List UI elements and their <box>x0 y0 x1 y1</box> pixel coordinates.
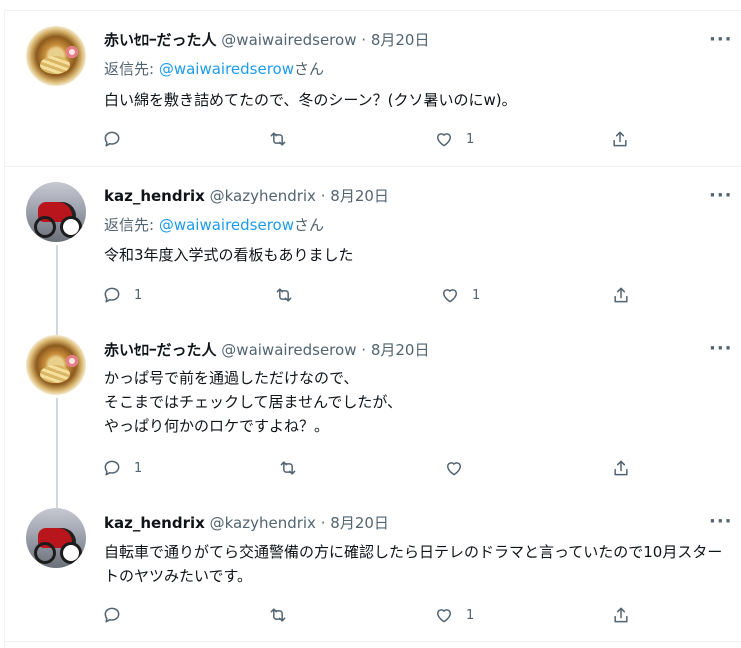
more-icon[interactable]: ··· <box>709 513 732 537</box>
separator-dot: · <box>320 187 326 205</box>
tweet-divider <box>4 641 741 642</box>
like-icon <box>437 133 451 147</box>
more-icon[interactable]: ··· <box>709 31 732 55</box>
reply-button[interactable] <box>102 128 134 150</box>
reply-count: 1 <box>134 460 143 476</box>
retweet-icon <box>276 288 292 302</box>
like-button[interactable]: 1 <box>440 284 480 306</box>
like-icon <box>443 289 457 303</box>
share-icon <box>614 607 628 623</box>
display-name[interactable]: kaz_hendrix <box>104 187 205 205</box>
more-icon[interactable]: ··· <box>709 340 732 364</box>
tweet[interactable]: 赤いｾﾛｰだった人 @waiwairedserow · 8月20日 ··· かっ… <box>4 320 741 508</box>
tweet[interactable]: 赤いｾﾛｰだった人 @waiwairedserow · 8月20日 ··· 返信… <box>4 11 741 166</box>
display-name[interactable]: 赤いｾﾛｰだった人 <box>104 31 217 49</box>
separator-dot: · <box>361 31 367 49</box>
tweet-text: 令和3年度入学式の看板もありました <box>104 246 354 264</box>
like-button[interactable]: 1 <box>434 128 474 150</box>
retweet-button[interactable] <box>278 457 310 479</box>
share-button[interactable] <box>611 604 631 626</box>
tweet-header: 赤いｾﾛｰだった人 @waiwairedserow · 8月20日 <box>104 29 429 51</box>
display-name[interactable]: 赤いｾﾛｰだった人 <box>104 341 217 359</box>
avatar[interactable] <box>26 26 86 86</box>
reply-button[interactable] <box>102 604 134 626</box>
like-button[interactable] <box>444 457 476 479</box>
like-count: 1 <box>472 287 481 303</box>
like-icon <box>437 609 451 623</box>
user-handle[interactable]: @waiwairedserow <box>221 341 356 359</box>
avatar[interactable] <box>26 182 86 242</box>
tweet-header: kaz_hendrix @kazyhendrix · 8月20日 <box>104 512 389 534</box>
reply-mention-link[interactable]: @waiwairedserow <box>159 216 294 234</box>
tweet-text: 自転車で通りがてら交通警備の方に確認したら日テレのドラマと言っていたので10月ス… <box>104 543 723 585</box>
share-icon <box>614 287 628 303</box>
retweet-icon <box>280 461 296 475</box>
separator-dot: · <box>361 341 367 359</box>
tweet-text: 白い綿を敷き詰めてたので、冬のシーン？(クソ暑いのにw)。 <box>104 91 517 109</box>
like-count: 1 <box>466 607 475 623</box>
retweet-button[interactable] <box>274 284 306 306</box>
retweet-icon <box>270 132 286 146</box>
tweet-date[interactable]: 8月20日 <box>330 514 389 532</box>
thread-line <box>56 398 58 508</box>
reply-to-line: 返信先: @waiwairedserowさん <box>104 58 324 80</box>
reply-button[interactable]: 1 <box>102 457 142 479</box>
share-button[interactable] <box>610 128 630 150</box>
user-handle[interactable]: @kazyhendrix <box>210 514 316 532</box>
more-icon[interactable]: ··· <box>709 187 732 211</box>
tweet-header: 赤いｾﾛｰだった人 @waiwairedserow · 8月20日 <box>104 339 429 361</box>
reply-button[interactable]: 1 <box>102 284 142 306</box>
reply-icon <box>104 607 120 623</box>
avatar[interactable] <box>26 335 86 395</box>
reply-to-prefix: 返信先: <box>104 216 159 234</box>
reply-mention-link[interactable]: @waiwairedserow <box>159 60 294 78</box>
tweet-text: かっぱ号で前を通過しただけなので、 そこまではチェックして居ませんでしたが、 や… <box>104 369 403 435</box>
tweet[interactable]: kaz_hendrix @kazyhendrix · 8月20日 ··· 返信先… <box>4 167 741 335</box>
retweet-icon <box>270 608 286 622</box>
tweet-date[interactable]: 8月20日 <box>371 341 430 359</box>
reply-count: 1 <box>134 287 143 303</box>
share-icon <box>613 131 627 147</box>
retweet-button[interactable] <box>268 128 300 150</box>
reply-to-suffix: さん <box>294 60 325 78</box>
reply-to-line: 返信先: @waiwairedserowさん <box>104 214 324 236</box>
tweet-header: kaz_hendrix @kazyhendrix · 8月20日 <box>104 185 389 207</box>
user-handle[interactable]: @kazyhendrix <box>210 187 316 205</box>
like-icon <box>447 462 461 476</box>
tweet-date[interactable]: 8月20日 <box>371 31 430 49</box>
reply-to-prefix: 返信先: <box>104 60 159 78</box>
retweet-button[interactable] <box>268 604 300 626</box>
reply-icon <box>104 131 120 147</box>
reply-icon <box>104 287 120 303</box>
tweet[interactable]: kaz_hendrix @kazyhendrix · 8月20日 ··· 自転車… <box>4 495 741 635</box>
share-button[interactable] <box>611 457 631 479</box>
reply-to-suffix: さん <box>294 216 325 234</box>
user-handle[interactable]: @waiwairedserow <box>221 31 356 49</box>
tweet-date[interactable]: 8月20日 <box>330 187 389 205</box>
reply-icon <box>104 460 120 476</box>
separator-dot: · <box>320 514 326 532</box>
like-button[interactable]: 1 <box>434 604 474 626</box>
display-name[interactable]: kaz_hendrix <box>104 514 205 532</box>
avatar[interactable] <box>26 508 86 568</box>
like-count: 1 <box>466 131 475 147</box>
share-icon <box>614 460 628 476</box>
share-button[interactable] <box>611 284 631 306</box>
